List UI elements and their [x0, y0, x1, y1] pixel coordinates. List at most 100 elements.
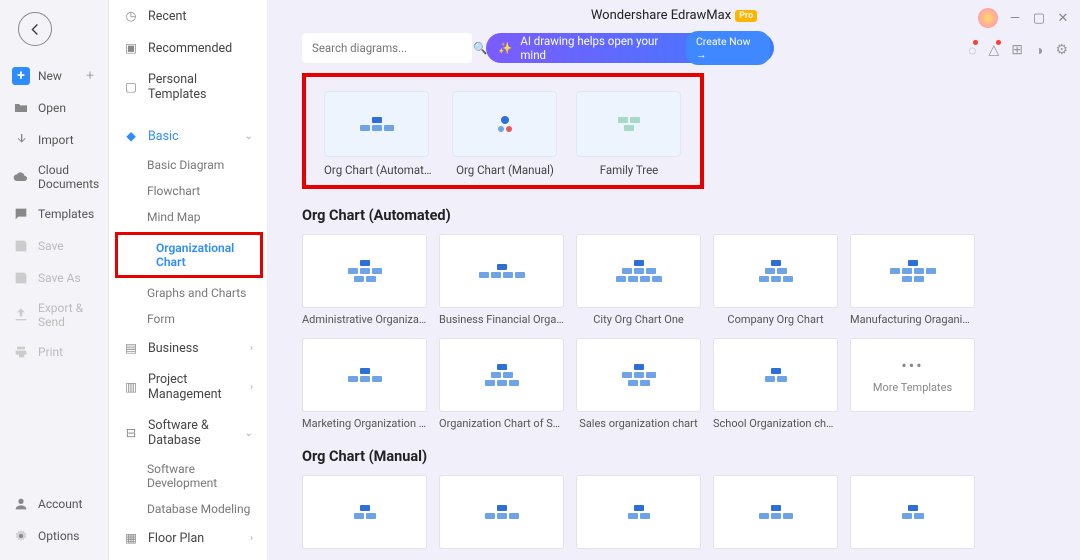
print-label: Print [38, 345, 63, 359]
template-card[interactable]: Marketing Organization Ch... [302, 338, 427, 430]
theme-icon[interactable]: ◑ [1035, 42, 1043, 59]
template-card[interactable]: School Organization chart [713, 338, 838, 430]
business-item[interactable]: ▤ Business › [109, 332, 267, 364]
project-management-item[interactable]: ▥ Project Management › [109, 364, 267, 410]
basic-diagram-sub[interactable]: Basic Diagram [109, 152, 267, 178]
gantt-icon: ▥ [123, 379, 139, 395]
featured-label: Org Chart (Manual) [452, 163, 558, 177]
template-card[interactable]: Company Org Chart [713, 234, 838, 326]
mind-map-sub[interactable]: Mind Map [109, 204, 267, 230]
featured-card[interactable]: Org Chart (Automate... [324, 91, 434, 177]
software-dev-sub[interactable]: Software Development [109, 456, 267, 496]
template-card[interactable]: Administrative Organizatio... [302, 234, 427, 326]
search-input[interactable] [312, 41, 467, 55]
export-send-button[interactable]: Export & Send [0, 294, 108, 336]
export-label: Export & Send [38, 301, 96, 329]
floor-plan-item[interactable]: ▦ Floor Plan › [109, 522, 267, 554]
folder-icon [12, 99, 30, 117]
tag-icon: ◆ [123, 128, 139, 144]
templates-button[interactable]: Templates [0, 198, 108, 230]
save-button[interactable]: Save [0, 230, 108, 262]
promo-banner[interactable]: ✨ AI drawing helps open your mind Create… [486, 33, 774, 63]
template-card[interactable]: City Org Chart One [576, 234, 701, 326]
arrow-left-icon [28, 22, 43, 37]
thumb [324, 91, 429, 157]
template-card[interactable]: Organization Chart of Sale... [439, 338, 564, 430]
template-card[interactable]: Manufacturing Oraganizati... [850, 234, 975, 326]
template-card[interactable] [850, 475, 975, 560]
promo-text: AI drawing helps open your mind [520, 34, 678, 62]
featured-templates: Org Chart (Automate... Org Chart (Manual… [302, 73, 704, 189]
open-button[interactable]: Open [0, 92, 108, 124]
featured-label: Org Chart (Automate... [324, 163, 434, 177]
template-grid: Administrative Organizatio... Business F… [302, 234, 1060, 430]
save-as-button[interactable]: Save As [0, 262, 108, 294]
plus-icon: + [12, 67, 30, 85]
window-controls: — ▢ ✕ [978, 8, 1070, 28]
account-button[interactable]: Account [0, 488, 108, 520]
template-card[interactable] [576, 475, 701, 560]
form-sub[interactable]: Form [109, 306, 267, 332]
options-button[interactable]: Options [0, 520, 108, 552]
print-button[interactable]: Print [0, 336, 108, 368]
flowchart-sub[interactable]: Flowchart [109, 178, 267, 204]
software-database-item[interactable]: ⊟ Software & Database ⌄ [109, 410, 267, 456]
sparkle-icon: ✨ [498, 41, 512, 55]
featured-card[interactable]: Family Tree [576, 91, 682, 177]
template-card[interactable] [713, 475, 838, 560]
save-as-icon [12, 269, 30, 287]
new-button[interactable]: + New + [0, 60, 108, 92]
chevron-right-icon: › [250, 533, 253, 544]
promo-create-button[interactable]: Create Now → [686, 31, 770, 65]
back-button[interactable] [18, 12, 52, 46]
recommended-item[interactable]: ▣ Recommended [109, 32, 267, 64]
business-label: Business [148, 341, 199, 356]
gear-icon [12, 527, 30, 545]
search-box[interactable]: 🔍 [302, 33, 472, 63]
content-scroll[interactable]: Org Chart (Automate... Org Chart (Manual… [268, 73, 1080, 560]
settings-icon[interactable]: ⚙ [1055, 42, 1068, 59]
database-icon: ⊟ [123, 425, 139, 441]
cloud-documents-button[interactable]: Cloud Documents [0, 156, 108, 198]
chevron-right-icon: › [250, 382, 253, 393]
import-button[interactable]: Import [0, 124, 108, 156]
personal-templates-item[interactable]: ▢ Personal Templates [109, 64, 267, 110]
bell-icon[interactable]: △ [988, 42, 999, 59]
organizational-chart-sub[interactable]: Organizational Chart [118, 235, 260, 275]
help-icon[interactable]: ◌ [968, 42, 976, 59]
save-as-label: Save As [38, 271, 81, 285]
close-button[interactable]: ✕ [1056, 11, 1070, 25]
download-icon [12, 131, 30, 149]
chat-icon [12, 205, 30, 223]
app-title: Wondershare EdrawMax [591, 8, 731, 23]
template-card[interactable] [302, 475, 427, 560]
fp-label: Floor Plan [148, 531, 204, 546]
chevron-down-icon: ⌄ [245, 428, 253, 439]
chevron-down-icon: ⌄ [245, 131, 253, 142]
graphs-charts-sub[interactable]: Graphs and Charts [109, 280, 267, 306]
category-panel: ◷ Recent ▣ Recommended ▢ Personal Templa… [109, 0, 268, 560]
database-modeling-sub[interactable]: Database Modeling [109, 496, 267, 522]
pm-label: Project Management [148, 372, 241, 402]
chevron-right-icon: › [250, 343, 253, 354]
minimize-button[interactable]: — [1008, 11, 1022, 25]
open-label: Open [38, 101, 66, 115]
section-title: Org Chart (Automated) [302, 207, 1060, 224]
save-label: Save [38, 239, 64, 253]
thumb [576, 91, 681, 157]
template-card[interactable]: Business Financial Organiz... [439, 234, 564, 326]
cloud-label: Cloud Documents [38, 163, 99, 191]
basic-item[interactable]: ◆ Basic ⌄ [109, 120, 267, 152]
more-templates-card[interactable]: •••More Templates [850, 338, 975, 430]
network-item[interactable]: ⊞ Network › [109, 554, 267, 560]
featured-card[interactable]: Org Chart (Manual) [452, 91, 558, 177]
clock-icon: ◷ [123, 8, 139, 24]
template-card[interactable]: Sales organization chart [576, 338, 701, 430]
recent-item[interactable]: ◷ Recent [109, 0, 267, 32]
template-card[interactable] [439, 475, 564, 560]
avatar[interactable] [978, 8, 998, 28]
new-label: New [38, 69, 62, 83]
star-icon: ▣ [123, 40, 139, 56]
grid-icon[interactable]: ⊞ [1011, 42, 1023, 59]
maximize-button[interactable]: ▢ [1032, 11, 1046, 25]
